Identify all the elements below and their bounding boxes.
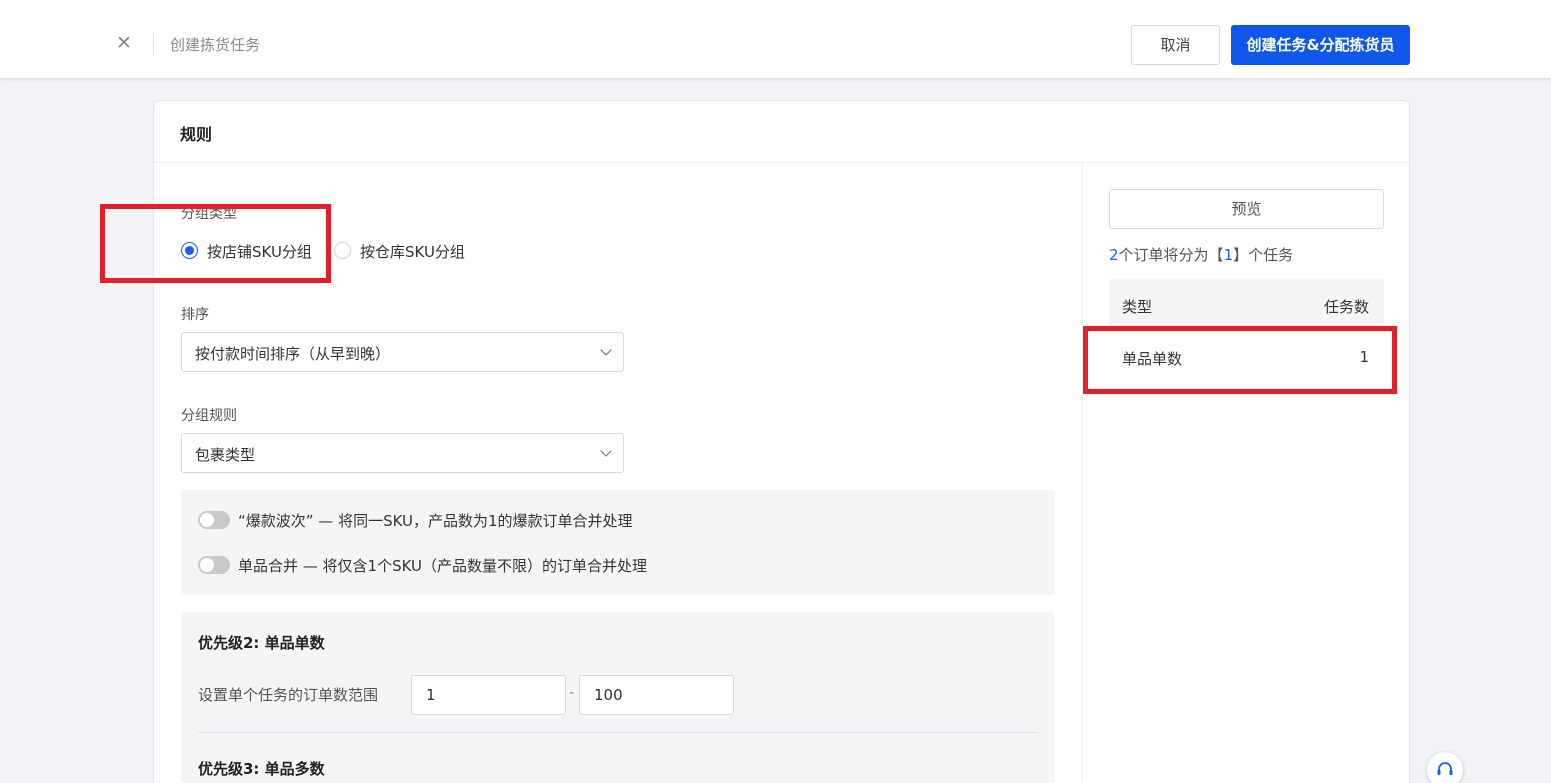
panel-divider [1082,163,1083,783]
support-button[interactable] [1427,752,1463,783]
hot-item-wave-toggle[interactable] [198,511,230,529]
header-task-count: 任务数 [1323,298,1369,316]
sort-select-value: 按付款时间排序（从早到晚） [195,345,391,363]
close-icon[interactable]: ✕ [116,33,132,53]
rules-card: 规则 分组类型 按店铺SKU分组 按仓库SKU分组 排序 按付款时间排序（从早到… [153,100,1410,783]
radio-warehouse-sku-label[interactable]: 按仓库SKU分组 [360,241,465,262]
divider [153,33,154,55]
radio-store-sku[interactable] [181,242,198,259]
summary-text-end: 】个任务 [1233,246,1294,264]
preview-table-header: 类型 任务数 [1109,279,1384,331]
order-count: 2 [1109,246,1119,264]
header-type: 类型 [1122,298,1153,316]
radio-store-sku-label[interactable]: 按店铺SKU分组 [207,241,312,262]
single-item-merge-label: 单品合并 — 将仅含1个SKU（产品数量不限）的订单合并处理 [238,557,648,575]
hot-item-wave-label: “爆款波次” — 将同一SKU，产品数为1的爆款订单合并处理 [238,512,633,530]
sort-select[interactable]: 按付款时间排序（从早到晚） [181,332,624,372]
table-row: 单品单数 1 [1109,331,1384,383]
page-title: 创建拣货任务 [170,36,261,54]
group-type-label: 分组类型 [181,206,237,222]
headset-icon [1437,762,1453,775]
preview-button[interactable]: 预览 [1109,189,1384,229]
group-rule-select[interactable]: 包裹类型 [181,433,624,473]
task-count: 1 [1223,246,1234,264]
summary-text-mid: 个订单将分为【 [1118,246,1224,264]
top-bar: ✕ 创建拣货任务 取消 创建任务&分配拣货员 [0,0,1551,78]
divider [198,732,1038,733]
preview-summary: 2个订单将分为【1】个任务 [1109,244,1293,265]
priority-box: 优先级2: 单品单数 设置单个任务的订单数范围 - 优先级3: 单品多数 [181,612,1055,783]
group-rule-select-value: 包裹类型 [195,446,256,464]
single-item-merge-toggle[interactable] [198,556,230,574]
cancel-button[interactable]: 取消 [1131,25,1220,65]
merge-options-box: “爆款波次” — 将同一SKU，产品数为1的爆款订单合并处理 单品合并 — 将仅… [181,490,1055,595]
priority2-title: 优先级2: 单品单数 [198,634,325,652]
range-separator: - [569,685,575,701]
order-range-max-input[interactable] [579,675,734,715]
order-range-min-input[interactable] [411,675,566,715]
chevron-down-icon [600,445,612,457]
group-rule-label: 分组规则 [181,408,237,424]
row-type: 单品单数 [1122,350,1183,368]
order-range-label: 设置单个任务的订单数范围 [198,686,379,704]
create-task-assign-picker-button[interactable]: 创建任务&分配拣货员 [1231,25,1410,65]
radio-warehouse-sku[interactable] [334,242,351,259]
card-header: 规则 [154,101,1409,163]
card-title: 规则 [180,125,213,144]
row-task-count: 1 [1359,348,1369,366]
priority3-title: 优先级3: 单品多数 [198,760,325,778]
chevron-down-icon [600,344,612,356]
sort-label: 排序 [181,307,209,323]
